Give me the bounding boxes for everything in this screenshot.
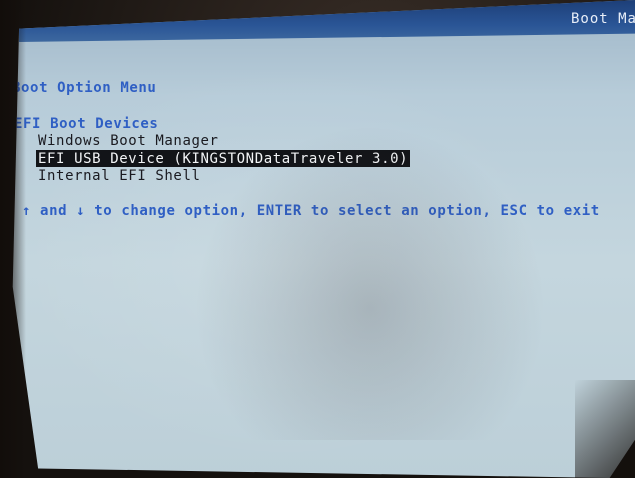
boot-menu-title: Boot Option Menu	[12, 80, 157, 96]
boot-option-internal-efi-shell[interactable]: Internal EFI Shell	[38, 168, 201, 184]
header-title: Boot Ma	[570, 11, 635, 27]
help-instructions: ↑ and ↓ to change option, ENTER to selec…	[22, 203, 600, 219]
boot-option-windows-boot-manager[interactable]: Windows Boot Manager	[38, 133, 219, 149]
efi-boot-devices-heading: EFI Boot Devices	[14, 116, 159, 132]
left-bezel-shadow	[0, 0, 26, 478]
bottom-right-shadow	[575, 380, 635, 478]
bios-screen: Boot Ma Boot Option Menu EFI Boot Device…	[12, 0, 635, 478]
boot-option-efi-usb-device[interactable]: EFI USB Device (KINGSTONDataTraveler 3.0…	[36, 150, 411, 167]
